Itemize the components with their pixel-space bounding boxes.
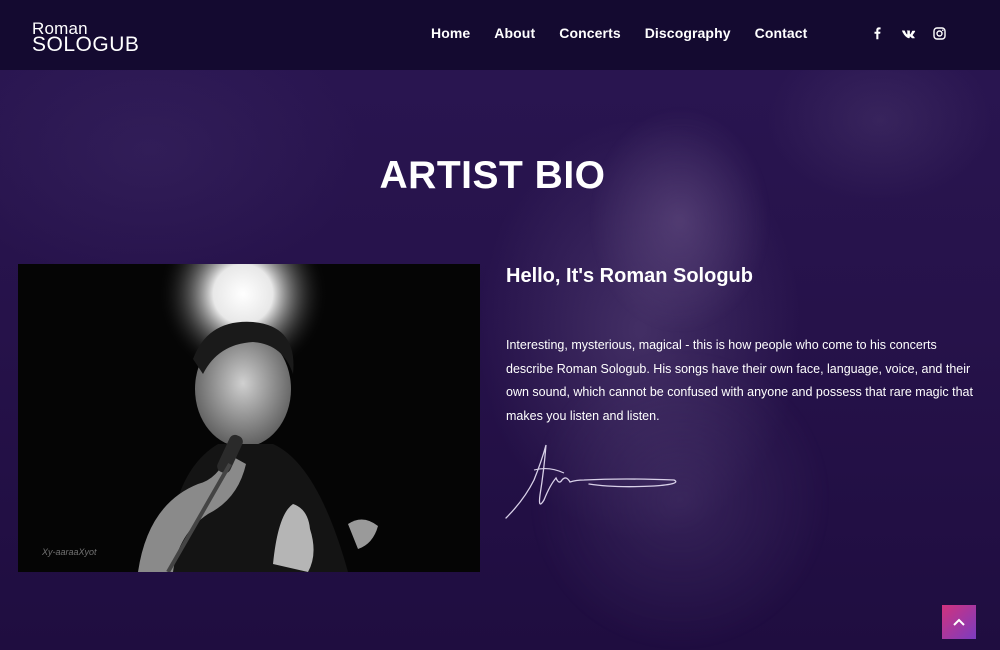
chevron-up-icon — [953, 618, 965, 626]
signature-image — [504, 440, 684, 530]
site-logo[interactable]: Roman SOLOGUB — [32, 20, 139, 55]
nav-home[interactable]: Home — [431, 25, 470, 41]
instagram-icon[interactable] — [932, 26, 947, 41]
logo-last-name: SOLOGUB — [32, 33, 140, 56]
nav-about[interactable]: About — [494, 25, 535, 41]
nav-discography[interactable]: Discography — [645, 25, 731, 41]
vk-icon[interactable] — [901, 26, 916, 41]
section-title: ARTIST BIO — [379, 154, 606, 197]
artist-photo: Xy-aaraaXyot — [18, 264, 480, 572]
social-links — [870, 26, 947, 41]
main-nav: Home About Concerts Discography Contact — [431, 25, 807, 41]
bio-heading: Hello, It's Roman Sologub — [506, 265, 753, 287]
nav-concerts[interactable]: Concerts — [559, 25, 620, 41]
scroll-to-top-button[interactable] — [942, 605, 976, 639]
site-header: Roman SOLOGUB Home About Concerts Discog… — [0, 0, 1000, 70]
nav-contact[interactable]: Contact — [755, 25, 808, 41]
facebook-icon[interactable] — [870, 26, 885, 41]
bio-text: Interesting, mysterious, magical - this … — [506, 338, 973, 424]
photo-watermark: Xy-aaraaXyot — [42, 547, 97, 557]
